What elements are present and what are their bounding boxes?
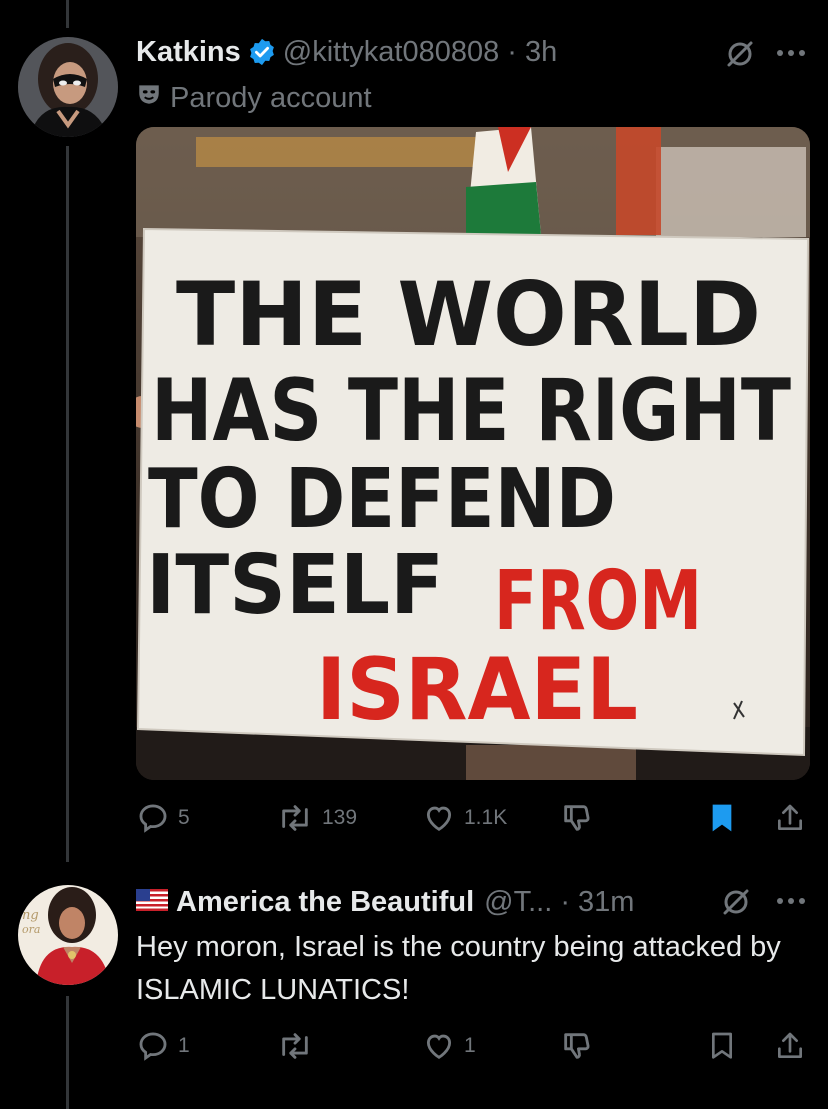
reply-button[interactable]: 1 <box>136 1026 190 1066</box>
sign-line-2: HAS THE RIGHT <box>151 361 791 461</box>
reply-author-avatar[interactable]: ng ora <box>18 885 118 985</box>
thread-line-main <box>66 146 69 862</box>
us-flag-icon <box>136 888 168 916</box>
reply-count: 5 <box>178 806 190 829</box>
woman-red-jacket-avatar-icon: ng ora <box>18 885 118 985</box>
author-name[interactable]: Katkins <box>136 36 241 69</box>
repost-icon <box>282 1033 308 1059</box>
like-count: 1 <box>464 1034 476 1057</box>
share-icon <box>778 1032 802 1058</box>
dislike-button[interactable] <box>560 798 594 838</box>
repost-icon <box>282 805 308 831</box>
separator-dot: · <box>499 35 525 68</box>
sign-line-3: TO DEFEND <box>148 452 616 547</box>
repost-button[interactable] <box>276 1026 322 1066</box>
reply-time[interactable]: 31m <box>578 886 634 919</box>
verified-badge-icon <box>247 37 277 67</box>
like-button[interactable]: 1.1K <box>422 798 507 838</box>
tweet-image[interactable]: THE WORLD HAS THE RIGHT TO DEFEND ITSELF… <box>136 127 810 780</box>
reply-icon <box>139 1032 167 1061</box>
like-button[interactable]: 1 <box>422 1026 476 1066</box>
reply-header: America the Beautiful @T... · 31m <box>136 880 634 924</box>
svg-text:ng: ng <box>22 908 39 923</box>
masked-heroine-avatar-icon <box>18 37 118 137</box>
repost-button[interactable]: 139 <box>276 798 357 838</box>
like-count: 1.1K <box>464 806 508 829</box>
share-button[interactable] <box>774 1026 806 1066</box>
bookmark-filled-icon <box>712 804 732 832</box>
repost-count: 139 <box>322 806 358 829</box>
more-options-icon[interactable] <box>774 884 808 918</box>
dislike-button[interactable] <box>560 1026 594 1066</box>
thread-line-top <box>66 0 69 28</box>
reply-action-bar: 1 1 <box>136 1026 810 1066</box>
author-avatar[interactable] <box>18 37 118 137</box>
more-options-icon[interactable] <box>774 36 808 70</box>
parody-label-text: Parody account <box>170 81 372 114</box>
bookmark-button[interactable] <box>706 798 738 838</box>
tweet-time[interactable]: 3h <box>525 36 557 69</box>
grok-icon[interactable] <box>722 36 758 72</box>
reply-count: 1 <box>178 1034 190 1057</box>
sign-line-5: ISRAEL <box>316 640 638 740</box>
thread-line-bottom <box>66 996 69 1109</box>
heart-icon <box>426 806 452 831</box>
protest-sign-photo: THE WORLD HAS THE RIGHT TO DEFEND ITSELF… <box>136 127 810 780</box>
tweet-action-bar: 5 139 1.1K <box>136 798 810 838</box>
author-handle[interactable]: @kittykat080808 <box>283 36 499 69</box>
sign-line-4: ITSELF <box>146 538 444 633</box>
reply-author-name[interactable]: America the Beautiful <box>176 886 474 919</box>
reply-button[interactable]: 5 <box>136 798 190 838</box>
tweet-header: Katkins @kittykat080808 · 3h <box>136 30 557 74</box>
bookmark-button[interactable] <box>706 1026 738 1066</box>
share-button[interactable] <box>774 798 806 838</box>
reply-author-handle[interactable]: @T... <box>484 886 552 919</box>
separator-dot: · <box>552 885 579 918</box>
share-icon <box>778 804 802 830</box>
reply-icon <box>139 804 167 833</box>
thumbs-down-icon <box>564 1033 590 1059</box>
heart-icon <box>426 1034 452 1059</box>
parody-label: Parody account <box>136 78 372 118</box>
parody-mask-icon <box>136 81 162 115</box>
sign-word-red: FROM <box>494 554 702 649</box>
bookmark-icon <box>712 1032 732 1059</box>
reply-body-text: Hey moron, Israel is the country being a… <box>136 931 781 1006</box>
sign-line-1: THE WORLD <box>176 263 761 366</box>
thumbs-down-icon <box>564 805 590 831</box>
svg-text:ora: ora <box>22 923 40 936</box>
grok-icon[interactable] <box>718 884 754 920</box>
